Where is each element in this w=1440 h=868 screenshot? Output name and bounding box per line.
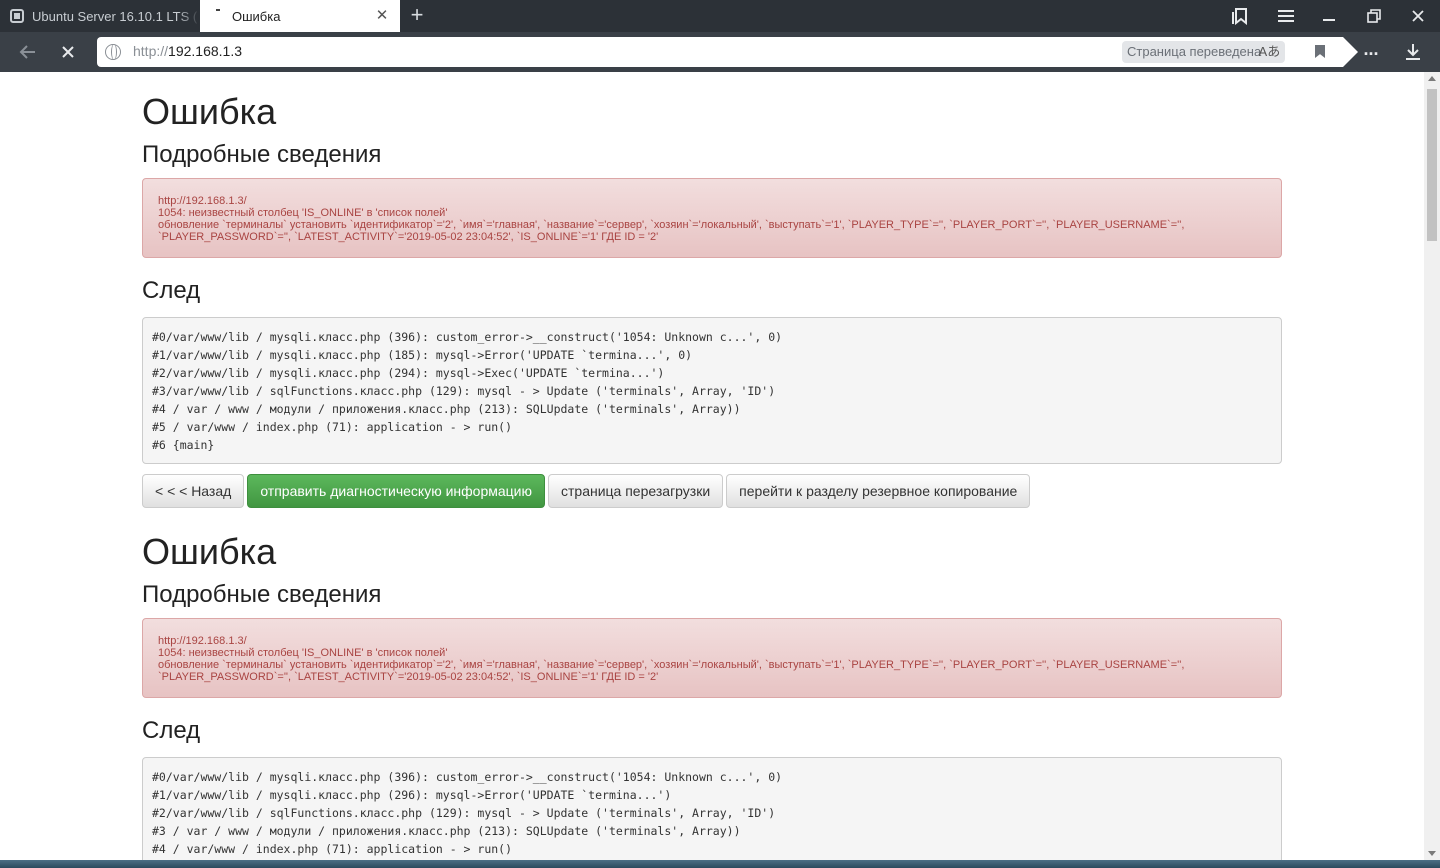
alert-line: `PLAYER_PASSWORD`='', `LATEST_ACTIVITY`=… (158, 671, 659, 683)
alert-line: обновление `терминалы` установить `идент… (158, 219, 1185, 231)
page-scrollbar[interactable] (1424, 72, 1440, 860)
address-bar[interactable]: http://192.168.1.3 Страница переведена A… (97, 37, 1358, 67)
trace-line: #4 / var / www / модули / приложения.кла… (152, 402, 741, 416)
alert-line: `PLAYER_PASSWORD`='', `LATEST_ACTIVITY`=… (158, 231, 659, 243)
bookmarks-collection-icon (1232, 8, 1247, 25)
stack-trace: #0/var/www/lib / mysqli.класс.php (396):… (142, 757, 1282, 860)
trace-line: #6 {main} (152, 438, 215, 452)
more-button[interactable]: ... (1356, 36, 1386, 68)
alert-line: 1054: неизвестный столбец 'IS_ONLINE' в … (158, 207, 448, 219)
error-alert: http://192.168.1.3/ 1054: неизвестный ст… (142, 178, 1282, 258)
trace-line: #2/var/www/lib / mysqli.класс.php (294):… (152, 366, 665, 380)
tab-title: Ubuntu Server 16.10.1 LTS ( (32, 8, 198, 24)
trace-heading: След (142, 717, 201, 744)
tab-error[interactable]: Ошибка ✕ (200, 0, 400, 32)
new-tab-button[interactable]: + (406, 4, 428, 28)
trace-line: #4 / var/www / index.php (71): applicati… (152, 842, 513, 856)
scroll-down-arrow-icon[interactable] (1428, 851, 1436, 856)
go-to-backup-button[interactable]: перейти к разделу резервное копирование (726, 474, 1031, 508)
stack-trace: #0/var/www/lib / mysqli.класс.php (396):… (142, 317, 1282, 464)
bookmark-icon[interactable] (1315, 45, 1325, 58)
close-tab-icon[interactable]: ✕ (374, 8, 390, 24)
tab-ubuntu-server[interactable]: Ubuntu Server 16.10.1 LTS ( (0, 0, 200, 32)
stop-loading-button[interactable] (52, 36, 84, 68)
tab-strip: Ubuntu Server 16.10.1 LTS ( Ошибка ✕ + (0, 0, 1440, 32)
loading-favicon-icon (214, 9, 228, 23)
trace-line: #3/var/www/lib / sqlFunctions.класс.php … (152, 384, 776, 398)
error-title: Ошибка (142, 531, 277, 572)
minimize-button[interactable] (1308, 0, 1352, 32)
server-favicon-icon (10, 9, 24, 23)
alert-line: 1054: неизвестный столбец 'IS_ONLINE' в … (158, 647, 448, 659)
trace-line: #1/var/www/lib / mysqli.класс.php (185):… (152, 348, 693, 362)
error-block: Ошибка Подробные сведения http://192.168… (142, 89, 1282, 508)
error-title: Ошибка (142, 91, 277, 132)
back-link-button[interactable]: < < < Назад (142, 474, 245, 508)
alert-line: обновление `терминалы` установить `идент… (158, 659, 1185, 671)
restore-button[interactable] (1352, 0, 1396, 32)
close-window-button[interactable] (1396, 0, 1440, 32)
scrollbar-thumb[interactable] (1427, 89, 1437, 241)
alert-line: http://192.168.1.3/ (158, 195, 247, 207)
trace-line: #3 / var / www / модули / приложения.кла… (152, 824, 741, 838)
browser-menu-button[interactable] (1264, 0, 1308, 32)
details-heading: Подробные сведения (142, 141, 382, 168)
url-text[interactable]: http://192.168.1.3 (133, 43, 242, 59)
site-info-icon[interactable] (105, 44, 121, 60)
hamburger-menu-icon (1278, 10, 1294, 22)
trace-line: #5 / var/www / index.php (71): applicati… (152, 420, 513, 434)
reload-page-button[interactable]: страница перезагрузки (548, 474, 724, 508)
trace-line: #1/var/www/lib / mysqli.класс.php (296):… (152, 788, 672, 802)
error-block: Ошибка Подробные сведения http://192.168… (142, 529, 1282, 860)
details-heading: Подробные сведения (142, 581, 382, 608)
tabs-collection-button[interactable] (1219, 0, 1263, 32)
trace-line: #2/var/www/lib / sqlFunctions.класс.php … (152, 806, 776, 820)
page-container: Ошибка Подробные сведения http://192.168… (142, 72, 1282, 860)
os-taskbar (0, 860, 1440, 868)
translate-icon: Aあ (1258, 44, 1281, 59)
minimize-icon (1323, 19, 1335, 21)
back-button[interactable] (12, 36, 44, 68)
scroll-up-arrow-icon[interactable] (1428, 76, 1436, 81)
close-icon (1412, 10, 1424, 22)
trace-heading: След (142, 277, 201, 304)
trace-line: #0/var/www/lib / mysqli.класс.php (396):… (152, 330, 783, 344)
stop-icon (62, 46, 74, 58)
page-translated-badge[interactable]: Страница переведена Aあ (1122, 41, 1286, 63)
trace-line: #0/var/www/lib / mysqli.класс.php (396):… (152, 770, 783, 784)
download-icon (1406, 44, 1420, 60)
downloads-button[interactable] (1398, 36, 1428, 68)
send-diagnostics-button[interactable]: отправить диагностическую информацию (247, 474, 545, 508)
tab-title: Ошибка (232, 8, 281, 24)
error-alert: http://192.168.1.3/ 1054: неизвестный ст… (142, 618, 1282, 698)
action-buttons: < < < Назад отправить диагностическую ин… (142, 474, 1282, 508)
page-viewport: Ошибка Подробные сведения http://192.168… (0, 72, 1424, 860)
arrow-left-icon (19, 45, 35, 59)
alert-line: http://192.168.1.3/ (158, 635, 247, 647)
restore-window-icon (1367, 9, 1381, 23)
